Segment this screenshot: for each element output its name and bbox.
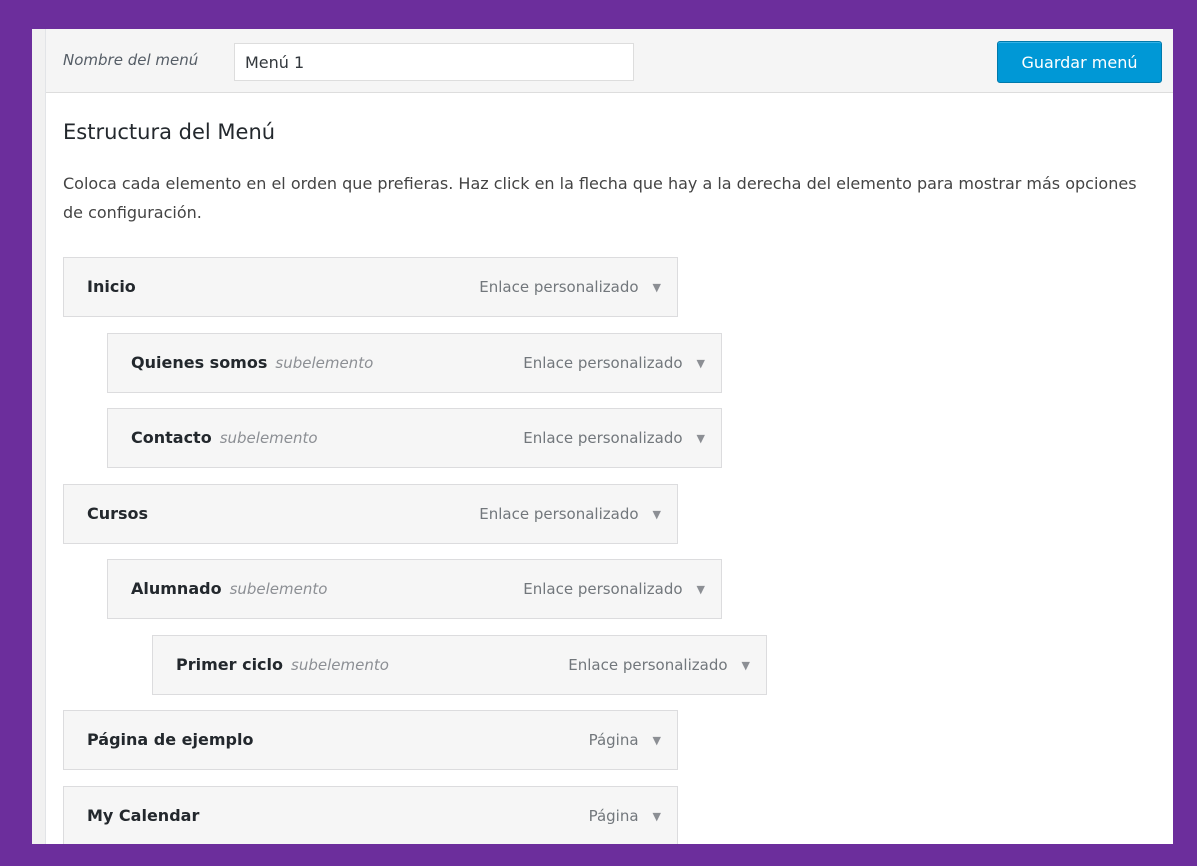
menu-item-title: Inicio (87, 277, 136, 296)
triangle-down-icon[interactable]: ▼ (697, 335, 705, 393)
menu-item[interactable]: My Calendar Página ▼ (63, 786, 678, 844)
menu-header: Nombre del menú Guardar menú (46, 29, 1173, 93)
menu-item-title: Contacto subelemento (131, 428, 318, 447)
menu-item-controls: Página ▼ (589, 787, 661, 844)
menu-item-type: Página (588, 731, 639, 749)
menu-item-controls: Enlace personalizado ▼ (568, 636, 750, 694)
menu-item-type: Enlace personalizado (479, 278, 639, 296)
menu-item-subelement-label: subelemento (275, 354, 374, 372)
menu-item-controls: Enlace personalizado ▼ (479, 258, 661, 316)
menu-item-type: Página (588, 807, 639, 825)
triangle-down-icon[interactable]: ▼ (742, 637, 750, 695)
menu-item-type: Enlace personalizado (523, 429, 683, 447)
menu-item-title: Página de ejemplo (87, 730, 254, 749)
menu-item[interactable]: Alumnado subelemento Enlace personalizado… (107, 559, 722, 619)
menu-item[interactable]: Cursos Enlace personalizado ▼ (63, 484, 678, 544)
menu-item[interactable]: Página de ejemplo Página ▼ (63, 710, 678, 770)
menu-item-title: Cursos (87, 504, 149, 523)
menu-item-subelement-label: subelemento (229, 580, 328, 598)
triangle-down-icon[interactable]: ▼ (653, 486, 661, 544)
menu-item-type: Enlace personalizado (568, 656, 728, 674)
triangle-down-icon[interactable]: ▼ (653, 788, 661, 845)
menu-structure-title: Estructura del Menú (63, 120, 276, 144)
menu-item-title: Primer ciclo subelemento (176, 655, 389, 674)
menu-name-label: Nombre del menú (63, 51, 199, 69)
triangle-down-icon[interactable]: ▼ (697, 561, 705, 619)
menu-item-type: Enlace personalizado (523, 354, 683, 372)
menu-item-controls: Enlace personalizado ▼ (523, 334, 705, 392)
save-menu-button[interactable]: Guardar menú (997, 41, 1162, 83)
menu-item-type: Enlace personalizado (479, 505, 639, 523)
menu-item[interactable]: Primer ciclo subelemento Enlace personali… (152, 635, 767, 695)
triangle-down-icon[interactable]: ▼ (697, 410, 705, 468)
menu-item-title: Alumnado subelemento (131, 579, 328, 598)
menu-item-controls: Enlace personalizado ▼ (523, 560, 705, 618)
menu-item-controls: Enlace personalizado ▼ (523, 409, 705, 467)
menu-name-input[interactable] (234, 43, 634, 81)
triangle-down-icon[interactable]: ▼ (653, 259, 661, 317)
menu-item[interactable]: Contacto subelemento Enlace personalizado… (107, 408, 722, 468)
menu-item-title: My Calendar (87, 806, 200, 825)
menu-item-controls: Página ▼ (589, 711, 661, 769)
menu-item-controls: Enlace personalizado ▼ (479, 485, 661, 543)
menu-structure-instructions: Coloca cada elemento en el orden que pre… (63, 174, 1137, 222)
triangle-down-icon[interactable]: ▼ (653, 712, 661, 770)
menu-item[interactable]: Quienes somos subelemento Enlace personal… (107, 333, 722, 393)
menu-item-title: Quienes somos subelemento (131, 353, 374, 372)
menu-editor-panel: Nombre del menú Guardar menú Estructura … (45, 29, 1173, 844)
menu-item-subelement-label: subelemento (291, 656, 389, 674)
screenshot-frame: Nombre del menú Guardar menú Estructura … (32, 29, 1173, 844)
menu-item[interactable]: Inicio Enlace personalizado ▼ (63, 257, 678, 317)
menu-item-subelement-label: subelemento (219, 429, 318, 447)
menu-item-type: Enlace personalizado (523, 580, 683, 598)
